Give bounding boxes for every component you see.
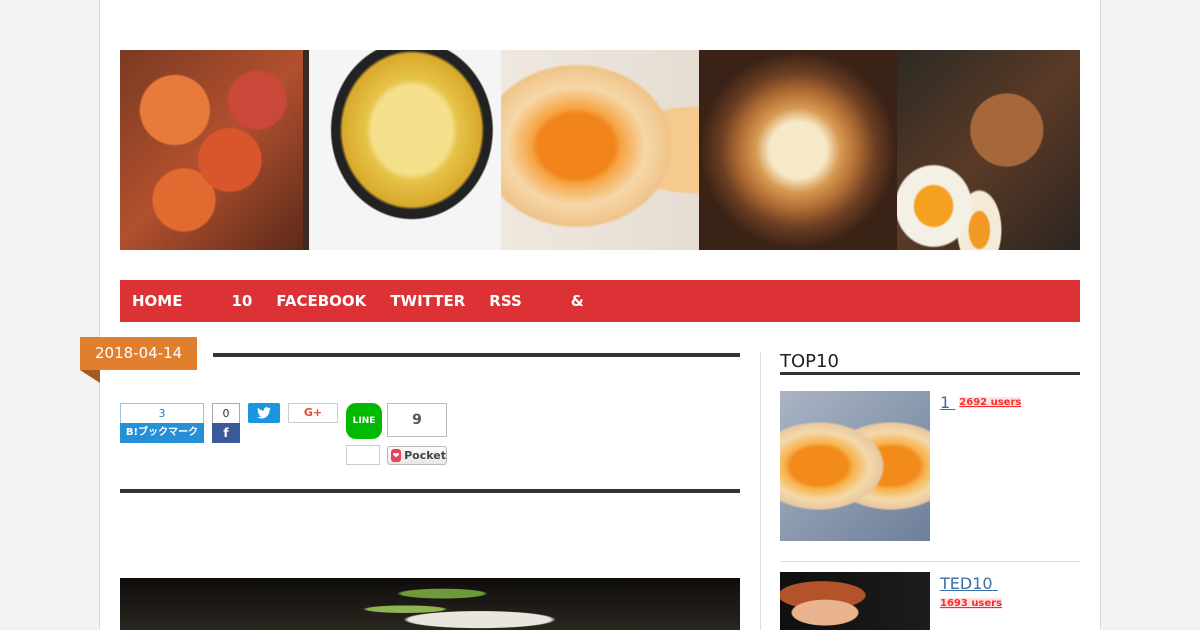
line-share-button[interactable]: LINE [346, 403, 382, 465]
popular-link[interactable]: TED10 [940, 574, 1038, 593]
nav-top10[interactable]: 10 [231, 292, 252, 310]
hatena-count: 3 [120, 403, 204, 423]
post-date-tag: 2018-04-14 [80, 337, 198, 370]
sidebar-title-rule [780, 372, 1080, 375]
twitter-icon [257, 407, 271, 419]
popular-thumb-ted[interactable] [780, 572, 930, 630]
pocket-count: 9 [387, 403, 447, 437]
corn-soup-image [303, 50, 501, 250]
nav-twitter[interactable]: TWITTER [390, 292, 465, 310]
line-count [346, 445, 380, 465]
popular-title[interactable]: TED10 [940, 574, 993, 593]
ramen-chashu-image [897, 50, 1080, 250]
shrimp-pasta-image [120, 50, 303, 250]
popular-title[interactable]: 1 [940, 393, 950, 412]
page-container: HOME 10 FACEBOOK TWITTER RSS & 2018-04-1… [80, 0, 1101, 630]
hatena-users-badge[interactable]: 1693 users [940, 598, 1003, 609]
pocket-save-button[interactable]: ❤ Pocket [387, 446, 447, 465]
content-divider [120, 489, 740, 493]
nav-home[interactable]: HOME [132, 292, 182, 310]
soft-boiled-egg-image [501, 50, 699, 250]
pocket-button[interactable]: 9 ❤ Pocket [387, 403, 447, 465]
line-icon: LINE [346, 403, 382, 439]
article-hero-image [120, 578, 740, 630]
nav-rss[interactable]: RSS [489, 292, 521, 310]
popular-separator [780, 561, 1080, 562]
pizza-toast-image [699, 50, 897, 250]
nav-contact[interactable]: & [571, 292, 584, 310]
pocket-icon: ❤ [391, 449, 402, 462]
facebook-share-button[interactable]: 0 f [212, 403, 240, 443]
popular-thumb-eggs[interactable] [780, 391, 930, 541]
pocket-label: Pocket [404, 449, 446, 462]
facebook-count: 0 [212, 403, 240, 423]
google-plus-button[interactable]: G+ [288, 403, 338, 423]
sidebar-title: TOP10 [780, 351, 839, 372]
sidebar-divider [760, 352, 761, 630]
facebook-icon: f [212, 423, 240, 443]
hatena-label: B!ブックマーク [120, 423, 204, 443]
main-nav: HOME 10 FACEBOOK TWITTER RSS & [120, 280, 1080, 322]
twitter-share-button[interactable] [248, 403, 280, 423]
date-tag-fold [80, 370, 100, 383]
popular-link[interactable]: 1 2692 users [940, 393, 1022, 412]
nav-facebook[interactable]: FACEBOOK [276, 292, 366, 310]
hatena-users-badge[interactable]: 2692 users [959, 397, 1022, 408]
header-banner[interactable] [120, 50, 1080, 250]
title-divider [213, 353, 740, 357]
hatena-bookmark-button[interactable]: 3 B!ブックマーク [120, 403, 204, 443]
